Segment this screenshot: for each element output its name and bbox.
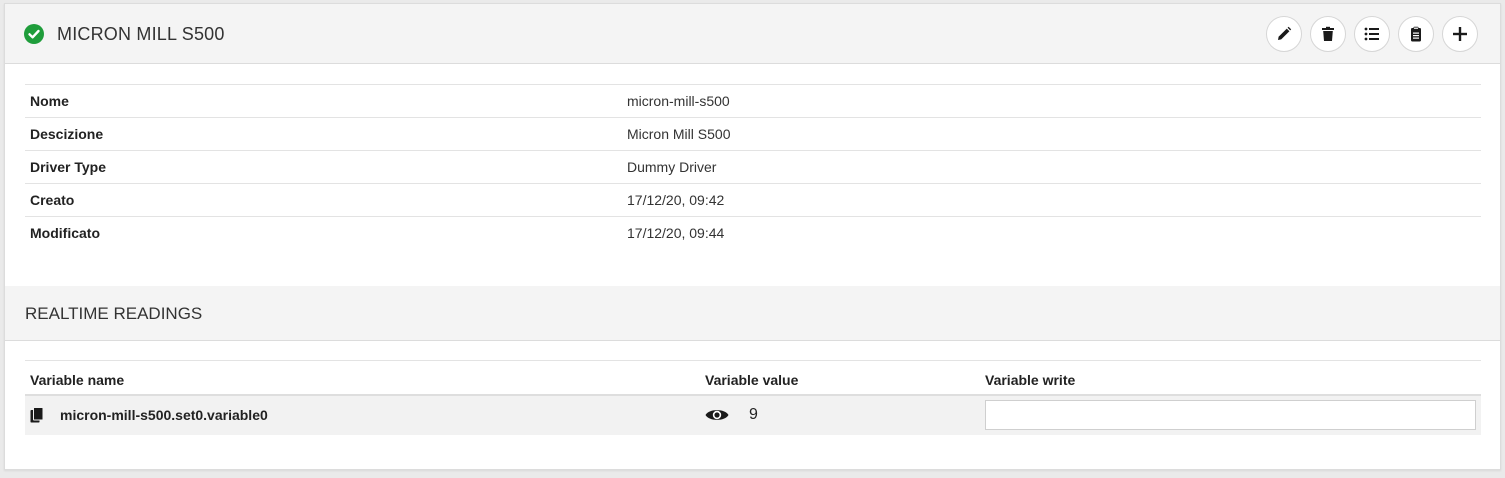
info-value: micron-mill-s500 (627, 93, 730, 109)
info-value: 17/12/20, 09:42 (627, 192, 725, 208)
trash-icon (1322, 26, 1334, 41)
info-key: Driver Type (30, 159, 106, 175)
variable-write-cell (980, 395, 1481, 435)
realtime-section-header: REALTIME READINGS (5, 286, 1500, 341)
variable-name: micron-mill-s500.set0.variable0 (60, 407, 268, 423)
table-row: Nome micron-mill-s500 (25, 84, 1481, 118)
list-button[interactable] (1354, 16, 1390, 52)
readings-table: Variable name Variable value Variable wr… (25, 360, 1481, 435)
page-title: MICRON MILL S500 (57, 24, 225, 44)
eye-icon[interactable] (705, 407, 729, 423)
pencil-icon (1278, 26, 1292, 40)
check-circle-icon (24, 24, 44, 44)
delete-button[interactable] (1310, 16, 1346, 52)
section-title: REALTIME READINGS (25, 304, 203, 323)
device-info-table: Nome micron-mill-s500 Descizione Micron … (25, 84, 1481, 250)
toolbar (1266, 16, 1478, 52)
table-row: Modificato 17/12/20, 09:44 (25, 216, 1481, 250)
table-row: Driver Type Dummy Driver (25, 150, 1481, 184)
variable-value: 9 (749, 406, 758, 423)
table-row: Creato 17/12/20, 09:42 (25, 183, 1481, 217)
clipboard-button[interactable] (1398, 16, 1434, 52)
info-key: Creato (30, 192, 75, 208)
table-row: Descizione Micron Mill S500 (25, 117, 1481, 151)
column-header-variable-value: Variable value (705, 371, 799, 388)
info-key: Modificato (30, 225, 100, 242)
variable-name-cell: micron-mill-s500.set0.variable0 (25, 395, 700, 435)
variable-write-input[interactable] (985, 400, 1476, 430)
edit-button[interactable] (1266, 16, 1302, 52)
info-value: Dummy Driver (627, 159, 717, 175)
variable-value-cell: 9 (700, 395, 980, 435)
table-header-row: Variable name Variable value Variable wr… (25, 360, 1481, 395)
info-key: Nome (30, 93, 69, 109)
device-card: MICRON MILL S500 Nome micron-mill-s500 D… (4, 3, 1501, 470)
copy-icon[interactable] (30, 407, 44, 423)
list-icon (1364, 27, 1379, 41)
info-value: 17/12/20, 09:44 (627, 225, 725, 242)
add-button[interactable] (1442, 16, 1478, 52)
clipboard-icon (1411, 26, 1421, 42)
column-header-variable-name: Variable name (30, 371, 125, 388)
card-header: MICRON MILL S500 (5, 4, 1500, 64)
info-value: Micron Mill S500 (627, 126, 731, 142)
table-row: micron-mill-s500.set0.variable0 9 (25, 394, 1481, 435)
column-header-variable-write: Variable write (985, 371, 1076, 388)
info-key: Descizione (30, 126, 104, 142)
plus-icon (1453, 27, 1467, 41)
